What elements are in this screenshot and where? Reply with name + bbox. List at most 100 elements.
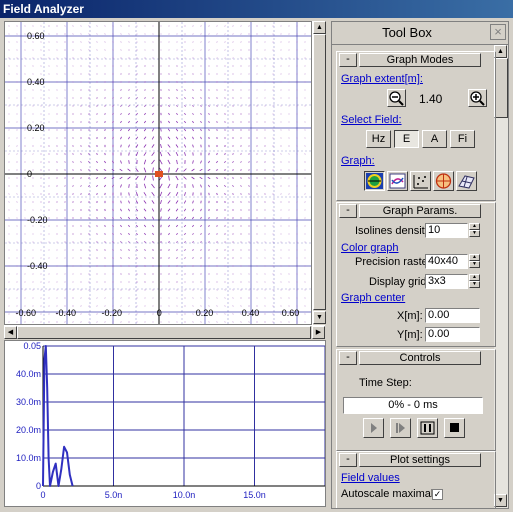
graph-params-collapse-button[interactable]: - [339,204,357,218]
field-vector [192,113,194,115]
x-tick-label: -0.40 [56,308,77,318]
field-vector [112,89,114,91]
field-vector [144,232,146,236]
field-vector [136,265,138,267]
graph-modes-collapse-button[interactable]: - [339,53,357,67]
graph-modes-title[interactable]: Graph Modes [359,53,481,67]
field-vector [264,185,266,187]
graph-extent-value: 1.40 [419,92,443,106]
field-vector [120,224,122,228]
zoom-in-icon[interactable] [468,89,487,107]
field-vector [128,89,130,91]
field-vector [136,105,138,107]
isolines-density-spinner[interactable]: ▲ ▼ [469,223,480,238]
field-vector [200,81,202,83]
controls-title[interactable]: Controls [359,351,481,365]
toolbox-scrollbar[interactable]: ▲ ▼ [494,45,508,508]
field-vector [112,257,114,259]
field-vector [72,193,74,195]
spin-up-icon[interactable]: ▲ [469,223,480,230]
field-vector [96,241,98,243]
select-field-label[interactable]: Select Field: [341,114,402,126]
surface-icon[interactable] [456,171,477,191]
plot-settings-collapse-button[interactable]: - [339,453,357,467]
scroll-down-icon[interactable]: ▼ [313,311,326,324]
step-forward-icon[interactable] [390,418,411,438]
field-button-hz[interactable]: Hz [366,130,391,148]
field-plot-vscroll[interactable]: ▲ ▼ [312,21,326,325]
field-values-label[interactable]: Field values [341,472,400,484]
scroll-thumb[interactable] [494,58,508,118]
field-vector [192,249,194,251]
time-plot[interactable]: 0.0540.0m30.0m20.0m10.0m00 5.0n 10.0n 15.0n [5,341,325,506]
autoscale-checkbox[interactable]: ✓ [432,489,443,500]
graph-center-label[interactable]: Graph center [341,292,405,304]
graph-extent-label[interactable]: Graph extent[m]: [341,73,423,85]
field-vector [215,169,219,171]
scroll-thumb[interactable] [313,34,326,310]
field-vector [232,185,234,187]
source-marker[interactable] [155,171,163,177]
display-grid-spinner[interactable]: ▲ ▼ [469,274,480,289]
display-grid-field[interactable]: 3x3 [425,274,468,289]
play-icon[interactable] [363,418,384,438]
isolines-icon[interactable] [364,171,385,191]
field-vector [152,112,154,116]
field-button-fi[interactable]: Fi [450,130,475,148]
scroll-left-icon[interactable]: ◀ [4,326,17,339]
field-vector [120,73,122,75]
field-vector [144,89,146,91]
close-icon[interactable]: × [490,24,506,40]
field-vector [216,105,218,107]
field-vector [176,265,178,267]
field-button-a[interactable]: A [422,130,447,148]
field-vector [168,232,170,236]
scroll-up-icon[interactable]: ▲ [313,21,326,34]
graph-type-label[interactable]: Graph: [341,155,375,167]
field-vector [192,89,194,91]
field-vector [183,136,187,140]
field-vector [128,136,130,140]
zoom-out-icon[interactable] [387,89,406,107]
field-vector [152,240,154,244]
spin-up-icon[interactable]: ▲ [469,274,480,281]
field-vector [232,153,234,155]
spin-down-icon[interactable]: ▼ [469,261,480,268]
field-vector [176,273,178,275]
spin-down-icon[interactable]: ▼ [469,230,480,237]
field-vector [175,224,179,228]
spin-up-icon[interactable]: ▲ [469,254,480,261]
field-vector [248,161,250,163]
field-vector [143,144,147,148]
field-vector [167,144,171,148]
scroll-right-icon[interactable]: ▶ [312,326,325,339]
polar-icon[interactable] [433,171,454,191]
vectors-icon[interactable] [410,171,431,191]
isolines-density-field[interactable]: 10 [425,223,468,238]
controls-collapse-button[interactable]: - [339,351,357,365]
precision-raster-field[interactable]: 40x40 [425,254,468,269]
field-vector [216,160,218,164]
x-center-field[interactable]: 0.00 [425,308,480,323]
color-map-icon[interactable] [387,171,408,191]
x-tick-label: 0.40 [242,308,260,318]
scroll-hthumb[interactable] [17,326,311,339]
spin-down-icon[interactable]: ▼ [469,281,480,288]
color-graph-label[interactable]: Color graph [341,242,398,254]
field-vector [136,273,138,275]
field-vector [143,175,147,181]
field-vector [208,128,210,132]
y-center-field[interactable]: 0.00 [425,327,480,342]
field-vector [160,208,162,212]
field-vector [120,257,122,259]
field-button-e[interactable]: E [394,130,419,148]
graph-params-title[interactable]: Graph Params. [359,204,481,218]
precision-raster-spinner[interactable]: ▲ ▼ [469,254,480,269]
field-vector [135,208,139,212]
plot-settings-title[interactable]: Plot settings [359,453,481,467]
pause-icon[interactable] [417,418,438,438]
field-plot[interactable]: -0.60 -0.40 -0.20 0 0.20 0.40 0.60 0.60 0.40 0.20… [4,21,312,325]
field-vector [56,153,58,155]
stop-icon[interactable] [444,418,465,438]
field-plot-hscroll[interactable]: ◀ ▶ [4,325,325,339]
